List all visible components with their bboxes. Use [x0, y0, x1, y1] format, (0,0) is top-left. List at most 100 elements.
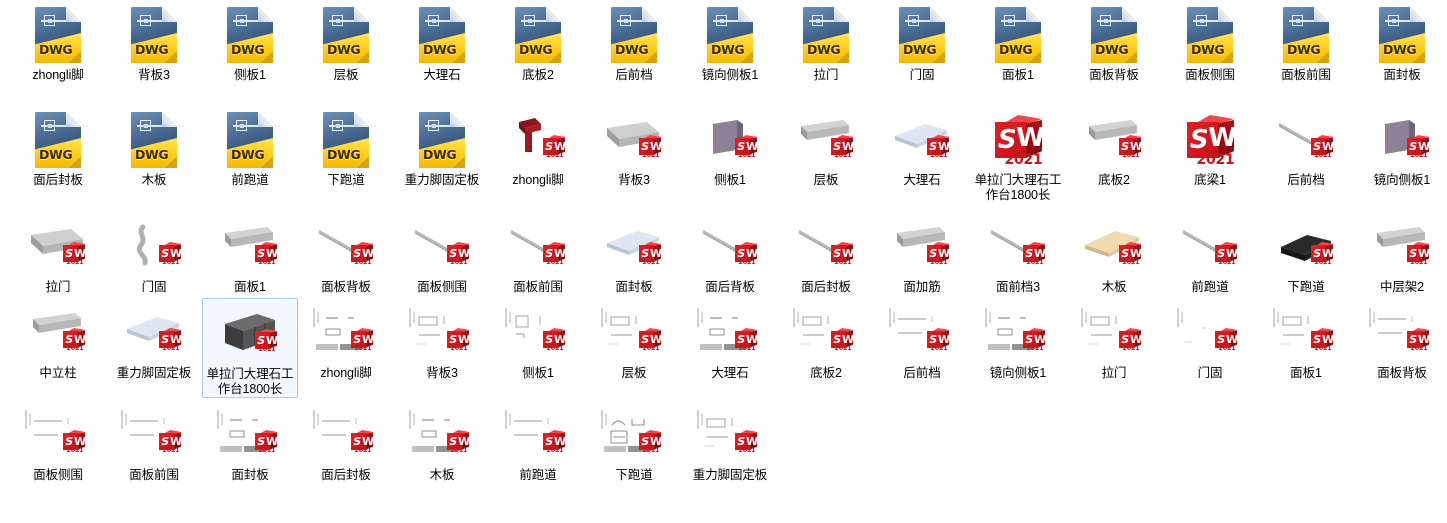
file-item[interactable]: S W 2021 中立柱 — [10, 298, 106, 381]
solidworks-drawing-preview: S W 2021 — [409, 308, 475, 357]
file-item[interactable]: S W 2021 重力脚固定板 — [106, 298, 202, 381]
file-item[interactable]: DWG 前跑道 — [202, 105, 298, 188]
file-item[interactable]: S W 2021 拉门 — [10, 212, 106, 295]
file-label: 木板 — [141, 173, 167, 187]
file-label: zhongli脚 — [320, 366, 372, 380]
file-item[interactable]: S W 2021 大理石 — [874, 105, 970, 188]
file-item[interactable]: DWG 后前档 — [586, 0, 682, 83]
file-item[interactable]: S W 2021 拉门 — [1066, 298, 1162, 381]
file-label: 面封板 — [615, 280, 653, 294]
file-label: 木板 — [1101, 280, 1127, 294]
file-item[interactable]: S W 2021 门固 — [106, 212, 202, 295]
file-item[interactable]: S W 2021 底板2 — [778, 298, 874, 381]
file-label: 拉门 — [1101, 366, 1127, 380]
file-item[interactable]: S W 2021 木板 — [1066, 212, 1162, 295]
file-item[interactable]: DWG 门固 — [874, 0, 970, 83]
file-item[interactable]: S W 2021 层板 — [586, 298, 682, 381]
file-item[interactable]: S W 2021 侧板1 — [490, 298, 586, 381]
file-item[interactable]: DWG 面板侧围 — [1162, 0, 1258, 83]
file-item[interactable]: S W 2021 面加筋 — [874, 212, 970, 295]
file-item[interactable]: S W 2021 面封板 — [586, 212, 682, 295]
file-item[interactable]: S W 2021 门固 — [1162, 298, 1258, 381]
file-thumbnail: S W 2021 — [885, 302, 959, 364]
file-item[interactable]: S W 2021 木板 — [394, 400, 490, 483]
file-item[interactable]: DWG 侧板1 — [202, 0, 298, 83]
file-label: 重力脚固定板 — [404, 173, 480, 187]
file-item[interactable]: S W 2021 镜向侧板1 — [970, 298, 1066, 381]
file-item[interactable]: S W 2021 面板侧围 — [394, 212, 490, 295]
dwg-file-icon: DWG — [1283, 7, 1329, 63]
file-item[interactable]: S W 2021 面板前围 — [106, 400, 202, 483]
file-item[interactable]: S W 2021 面后封板 — [778, 212, 874, 295]
file-item[interactable]: DWG 重力脚固定板 — [394, 105, 490, 188]
file-label: zhongli脚 — [512, 173, 564, 187]
solidworks-drawing-preview: S W 2021 — [409, 410, 475, 459]
file-item[interactable]: S W 2021 重力脚固定板 — [682, 400, 778, 483]
file-icon-grid[interactable]: DWG zhongli脚 DWG 背板3 DWG 侧板1 DWG 层板 DWG 大理石 DWG 底板2… — [0, 0, 1447, 523]
file-item[interactable]: DWG zhongli脚 — [10, 0, 106, 83]
file-thumbnail: S W 2021 — [693, 302, 767, 364]
file-item[interactable]: S W 2021 背板3 — [586, 105, 682, 188]
file-item[interactable]: S W 2021 大理石 — [682, 298, 778, 381]
file-item[interactable]: S W 2021 面板背板 — [1354, 298, 1447, 381]
file-item[interactable]: S W 2021 镜向侧板1 — [1354, 105, 1447, 188]
dwg-file-icon: DWG — [515, 7, 561, 63]
file-label: 底板2 — [522, 68, 554, 82]
file-item[interactable]: DWG 底板2 — [490, 0, 586, 83]
file-item[interactable]: S W 2021 面板1 — [1258, 298, 1354, 381]
file-label: 门固 — [141, 280, 167, 294]
file-item[interactable]: S W 2021 前跑道 — [490, 400, 586, 483]
file-item[interactable]: S W 2021 背板3 — [394, 298, 490, 381]
file-item[interactable]: DWG 下跑道 — [298, 105, 394, 188]
file-item[interactable]: S W 2021 zhongli脚 — [490, 105, 586, 188]
file-item[interactable]: DWG 层板 — [298, 0, 394, 83]
file-item[interactable]: S W 2021 面后背板 — [682, 212, 778, 295]
file-item[interactable]: S W 2021 底梁1 — [1162, 105, 1258, 188]
file-item[interactable]: DWG 面板1 — [970, 0, 1066, 83]
solidworks-part-preview: S W 2021 — [505, 223, 571, 271]
file-item[interactable]: S W 2021 单拉门大理石工作台1800长 — [970, 105, 1066, 203]
file-item[interactable]: S W 2021 面板1 — [202, 212, 298, 295]
file-label: 背板3 — [618, 173, 650, 187]
file-item[interactable]: DWG 面封板 — [1354, 0, 1447, 83]
file-item[interactable]: S W 2021 中层架2 — [1354, 212, 1447, 295]
solidworks-drawing-preview: S W 2021 — [697, 308, 763, 357]
file-item[interactable]: DWG 大理石 — [394, 0, 490, 83]
file-label: 底梁1 — [1194, 173, 1226, 187]
file-thumbnail: S W 2021 — [597, 216, 671, 278]
file-item[interactable]: S W 2021 面板背板 — [298, 212, 394, 295]
file-item[interactable]: S W 2021 面后封板 — [298, 400, 394, 483]
file-item[interactable]: S W 2021 下跑道 — [586, 400, 682, 483]
file-item[interactable]: DWG 木板 — [106, 105, 202, 188]
file-item[interactable]: S W 2021 zhongli脚 — [298, 298, 394, 381]
file-label: 面后背板 — [705, 280, 755, 294]
file-item[interactable]: S W 2021 前跑道 — [1162, 212, 1258, 295]
file-item[interactable]: S W 2021 后前档 — [874, 298, 970, 381]
file-thumbnail: DWG — [405, 4, 479, 66]
file-item[interactable]: S W 2021 侧板1 — [682, 105, 778, 188]
file-item[interactable]: S W 2021 后前档 — [1258, 105, 1354, 188]
solidworks-part-preview: S W 2021 — [25, 309, 91, 357]
file-item[interactable]: S W 2021 面板前围 — [490, 212, 586, 295]
file-thumbnail: S W 2021 — [597, 109, 671, 171]
file-item[interactable]: S W 2021 单拉门大理石工作台1800长 — [202, 298, 298, 398]
file-label: 面封板 — [1383, 68, 1421, 82]
file-item[interactable]: S W 2021 层板 — [778, 105, 874, 188]
file-item[interactable]: DWG 面板前围 — [1258, 0, 1354, 83]
file-item[interactable]: DWG 面后封板 — [10, 105, 106, 188]
file-item[interactable]: S W 2021 面板侧围 — [10, 400, 106, 483]
solidworks-drawing-preview: S W 2021 — [601, 308, 667, 357]
file-item[interactable]: DWG 背板3 — [106, 0, 202, 83]
file-item[interactable]: S W 2021 面前档3 — [970, 212, 1066, 295]
file-label: 拉门 — [813, 68, 839, 82]
file-item[interactable]: DWG 镜向侧板1 — [682, 0, 778, 83]
file-label: 面后封板 — [321, 468, 371, 482]
file-item[interactable]: S W 2021 底板2 — [1066, 105, 1162, 188]
file-label: 后前档 — [615, 68, 653, 82]
file-label: 面后封板 — [801, 280, 851, 294]
dwg-file-icon: DWG — [419, 112, 465, 168]
file-item[interactable]: S W 2021 下跑道 — [1258, 212, 1354, 295]
file-item[interactable]: S W 2021 面封板 — [202, 400, 298, 483]
file-item[interactable]: DWG 拉门 — [778, 0, 874, 83]
file-item[interactable]: DWG 面板背板 — [1066, 0, 1162, 83]
